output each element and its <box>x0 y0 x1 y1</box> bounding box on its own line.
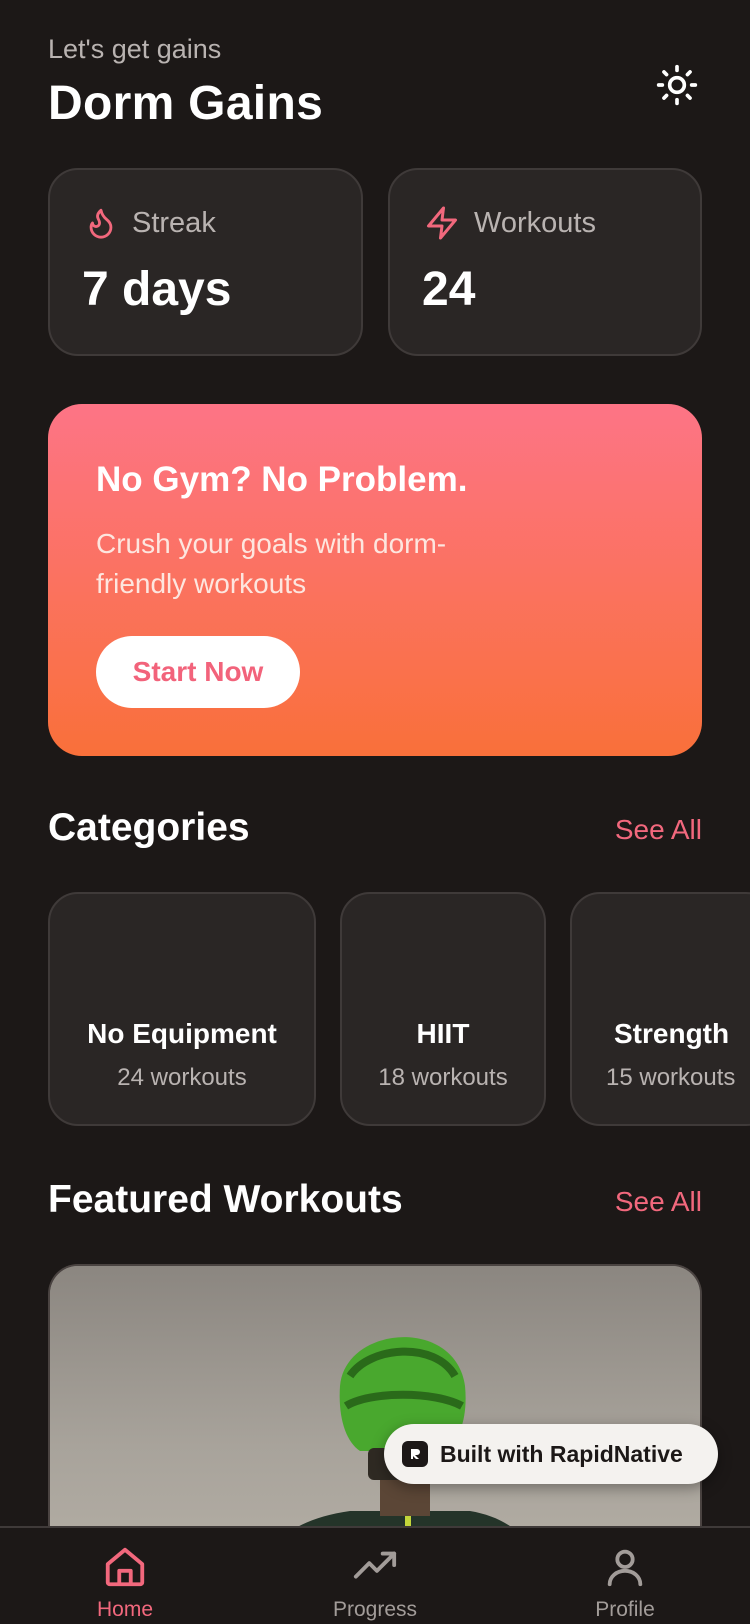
tab-profile[interactable]: Profile <box>545 1528 705 1624</box>
hero-subtitle: Crush your goals with dorm-friendly work… <box>96 528 447 599</box>
categories-title: Categories <box>48 806 250 849</box>
featured-workouts-title: Featured Workouts <box>48 1178 403 1221</box>
featured-see-all-link[interactable]: See All <box>615 1186 702 1218</box>
flame-icon <box>89 208 113 239</box>
category-count: 15 workouts <box>606 1064 736 1091</box>
workouts-card: Workouts 24 <box>388 168 702 356</box>
tab-progress-label: Progress <box>332 1598 418 1621</box>
theme-toggle-button[interactable] <box>652 60 702 110</box>
workouts-card-header: Workouts <box>424 204 596 242</box>
workouts-value: 24 <box>422 263 476 316</box>
home-screen: Let's get gains Dorm Gains Streak 7 days <box>0 0 750 1624</box>
tab-home[interactable]: Home <box>45 1528 205 1624</box>
category-card-strength[interactable]: Strength 15 workouts <box>570 892 750 1126</box>
category-count: 18 workouts <box>378 1064 508 1091</box>
tab-profile-label: Profile <box>595 1598 655 1621</box>
built-with-badge[interactable]: Built with RapidNative <box>384 1424 718 1484</box>
lightning-icon <box>427 206 457 240</box>
user-icon <box>607 1549 643 1587</box>
hero-banner: No Gym? No Problem. Crush your goals wit… <box>48 404 702 756</box>
category-name: Strength <box>614 1018 730 1049</box>
start-now-button[interactable]: Start Now <box>96 636 300 708</box>
home-icon <box>105 1547 145 1587</box>
streak-value: 7 days <box>82 263 232 316</box>
workouts-label: Workouts <box>474 206 596 239</box>
category-count: 24 workouts <box>117 1064 247 1091</box>
badge-text: Built with RapidNative <box>440 1440 683 1467</box>
trending-up-icon <box>353 1551 397 1579</box>
greeting-text: Let's get gains <box>48 34 222 64</box>
rapidnative-logo-icon <box>402 1441 428 1467</box>
category-name: No Equipment <box>87 1018 277 1049</box>
bottom-tab-bar: Home Progress Profile <box>0 1526 750 1624</box>
streak-label: Streak <box>132 206 216 239</box>
tab-progress[interactable]: Progress <box>295 1528 455 1624</box>
category-name: HIIT <box>416 1018 470 1049</box>
category-card-hiit[interactable]: HIIT 18 workouts <box>340 892 546 1126</box>
streak-card: Streak 7 days <box>48 168 363 356</box>
hero-title: No Gym? No Problem. <box>96 460 468 499</box>
tab-home-label: Home <box>96 1598 154 1621</box>
sun-icon <box>656 64 698 106</box>
streak-card-header: Streak <box>84 204 216 242</box>
category-card-no-equipment[interactable]: No Equipment 24 workouts <box>48 892 316 1126</box>
page-title: Dorm Gains <box>48 77 324 130</box>
categories-see-all-link[interactable]: See All <box>615 814 702 846</box>
